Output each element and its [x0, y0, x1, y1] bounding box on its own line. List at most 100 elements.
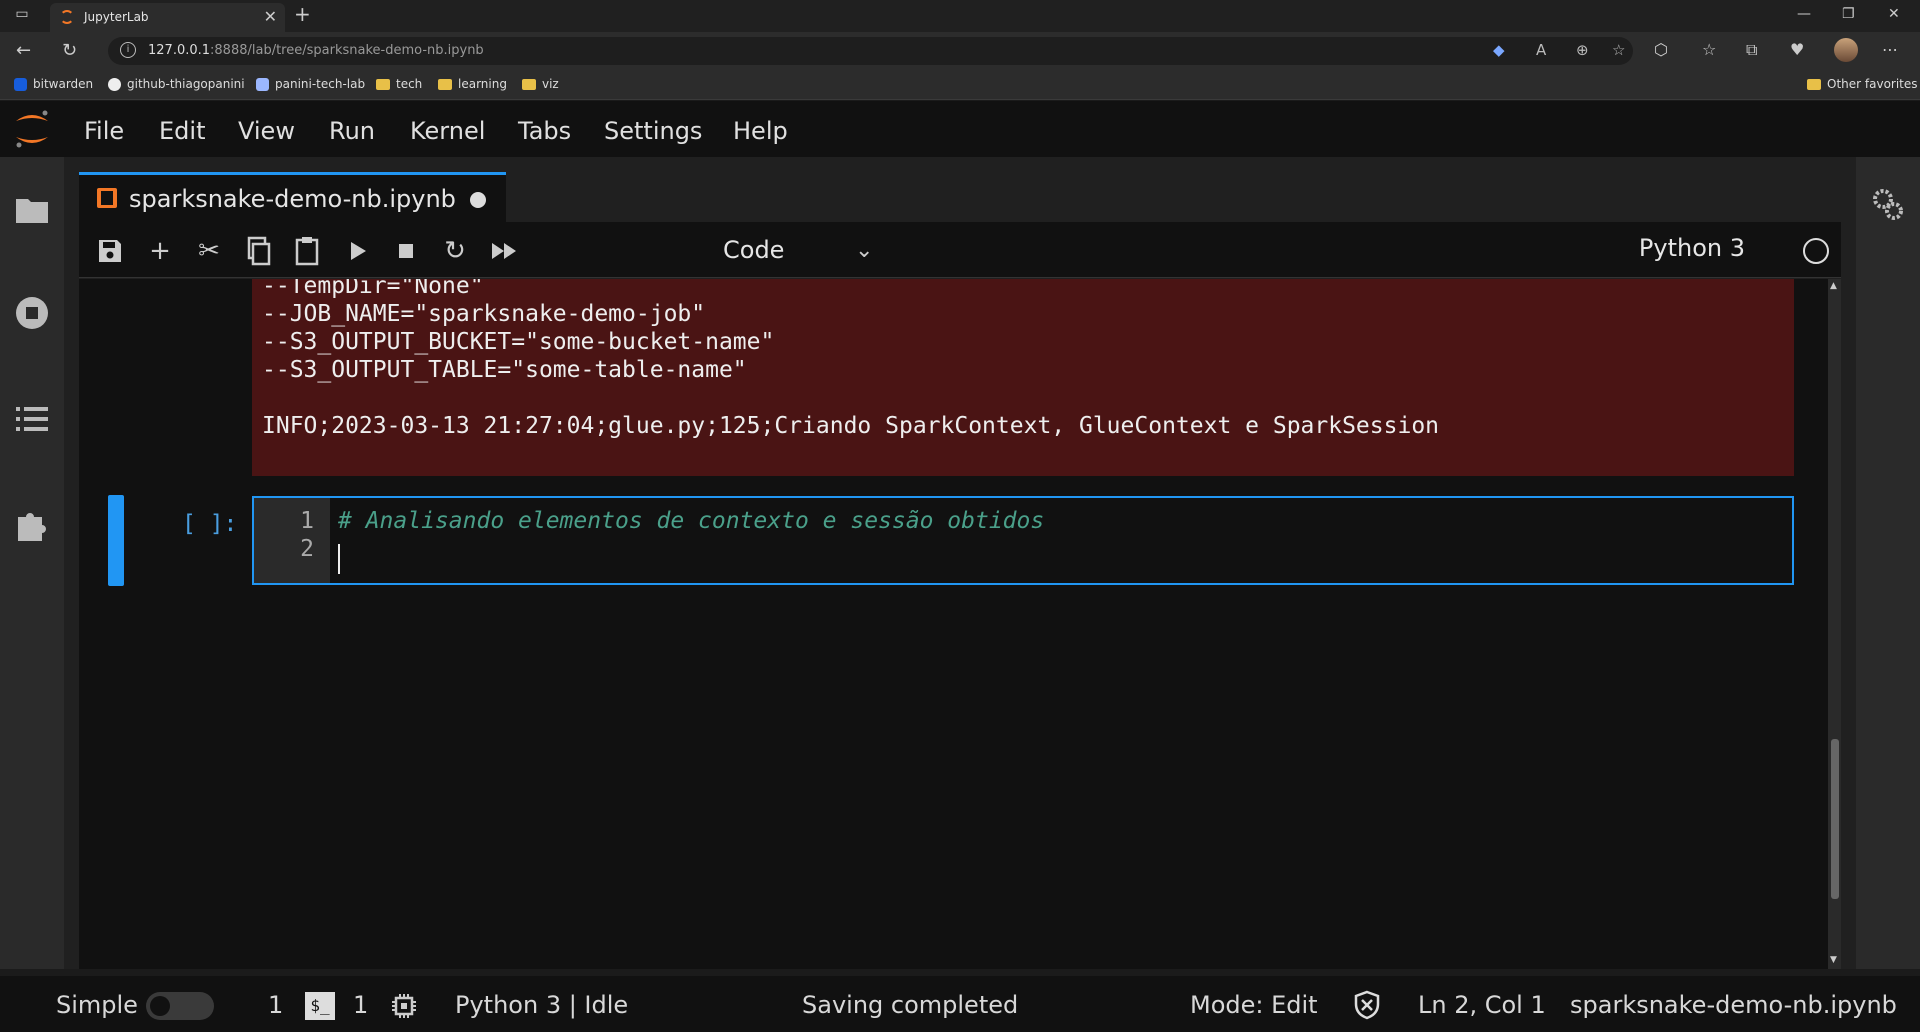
bookmark-other-favorites[interactable]: Other favorites: [1807, 77, 1918, 91]
favorites-icon[interactable]: ☆: [1702, 40, 1716, 59]
menu-settings[interactable]: Settings: [604, 117, 702, 145]
kernel-state[interactable]: Python 3 | Idle: [455, 991, 628, 1019]
bitwarden-icon: [14, 77, 27, 91]
refresh-icon[interactable]: ↻: [62, 40, 77, 61]
notebook-mode[interactable]: Mode: Edit: [1190, 991, 1318, 1019]
github-icon: [108, 77, 121, 91]
terminal-icon[interactable]: $_: [305, 992, 335, 1020]
file-browser-icon[interactable]: [14, 191, 50, 227]
output-line: --TempDir="None": [262, 279, 484, 299]
output-line: --S3_OUTPUT_BUCKET="some-bucket-name": [262, 329, 775, 355]
cut-icon[interactable]: ✂: [192, 234, 226, 268]
stop-icon[interactable]: [389, 234, 423, 268]
folder-icon: [1807, 78, 1821, 90]
simple-mode-label: Simple: [56, 991, 138, 1019]
insert-cell-icon[interactable]: +: [143, 234, 177, 268]
jupyter-menubar: File Edit View Run Kernel Tabs Settings …: [0, 101, 1920, 157]
jupyter-logo-icon[interactable]: [12, 107, 52, 151]
line-number: 2: [300, 536, 314, 562]
tab-actions-icon[interactable]: ▭: [10, 6, 34, 26]
extension-manager-icon[interactable]: [14, 507, 50, 543]
kernel-chip-icon[interactable]: [390, 992, 418, 1020]
notebook-toolbar: + ✂ ↻ Code ⌄ Python 3: [79, 222, 1841, 278]
notebook-icon: [97, 188, 117, 208]
browser-tab-strip: ▭ JupyterLab ✕ + — ❐ ✕: [0, 0, 1920, 32]
kernel-status-icon: [1803, 238, 1829, 264]
collections-icon[interactable]: ⧉: [1746, 40, 1757, 60]
address-bar-row: ← ↻ i 127.0.0.1:8888/lab/tree/sparksnake…: [0, 32, 1920, 70]
active-cell-collapser[interactable]: [108, 495, 124, 586]
menu-help[interactable]: Help: [733, 117, 788, 145]
favorite-star-icon[interactable]: ☆: [1612, 41, 1625, 59]
back-icon[interactable]: ←: [16, 40, 31, 61]
bookmark-folder-tech[interactable]: tech: [376, 77, 422, 91]
menu-edit[interactable]: Edit: [159, 117, 205, 145]
menu-run[interactable]: Run: [329, 117, 375, 145]
table-of-contents-icon[interactable]: [14, 401, 50, 437]
menu-tabs[interactable]: Tabs: [518, 117, 571, 145]
url-text: 127.0.0.1:8888/lab/tree/sparksnake-demo-…: [148, 43, 484, 58]
property-inspector-gears-icon[interactable]: [1870, 187, 1906, 223]
kernels-count[interactable]: 1: [353, 991, 368, 1019]
bookmark-folder-viz[interactable]: viz: [522, 77, 559, 91]
browser-tab[interactable]: JupyterLab ✕: [50, 3, 285, 32]
paste-icon[interactable]: [290, 234, 324, 268]
run-icon[interactable]: [340, 234, 374, 268]
new-tab-icon[interactable]: +: [294, 2, 311, 26]
notebook-content[interactable]: --TempDir="None" --JOB_NAME="sparksnake-…: [79, 279, 1828, 969]
read-aloud-icon[interactable]: A: [1536, 41, 1546, 59]
scrollbar-thumb[interactable]: [1831, 739, 1839, 899]
profile-avatar[interactable]: [1834, 38, 1858, 62]
site-info-icon[interactable]: i: [120, 42, 136, 58]
cursor-position[interactable]: Ln 2, Col 1: [1418, 991, 1546, 1019]
extension-tag-icon[interactable]: ◆: [1493, 41, 1505, 59]
cell-type-value: Code: [723, 236, 785, 264]
bookmark-folder-learning[interactable]: learning: [438, 77, 507, 91]
save-status: Saving completed: [802, 991, 1019, 1019]
fast-forward-icon[interactable]: [487, 234, 521, 268]
menu-file[interactable]: File: [84, 117, 124, 145]
scroll-up-icon[interactable]: ▲: [1830, 281, 1837, 291]
bookmark-bitwarden[interactable]: bitwarden: [14, 77, 93, 91]
copy-icon[interactable]: [241, 234, 275, 268]
notebook-tab[interactable]: sparksnake-demo-nb.ipynb: [79, 172, 506, 222]
cell-type-dropdown[interactable]: Code ⌄: [641, 234, 881, 268]
restart-kernel-icon[interactable]: ↻: [438, 234, 472, 268]
notebook-scrollbar[interactable]: ▲ ▼: [1828, 279, 1841, 969]
close-window-icon[interactable]: ✕: [1888, 6, 1900, 22]
text-cursor: [338, 544, 340, 574]
code-cell-editor[interactable]: 1 2 # Analisando elementos de contexto e…: [252, 496, 1794, 585]
browser-essentials-icon[interactable]: ♥: [1790, 40, 1804, 59]
notebook-tab-title: sparksnake-demo-nb.ipynb: [129, 185, 456, 213]
terminals-count[interactable]: 1: [268, 991, 283, 1019]
cell-prompt: [ ]:: [182, 511, 238, 537]
menu-kernel[interactable]: Kernel: [410, 117, 485, 145]
running-kernels-icon[interactable]: [14, 295, 50, 331]
menu-view[interactable]: View: [238, 117, 295, 145]
code-line[interactable]: # Analisando elementos de contexto e ses…: [338, 508, 1044, 534]
output-line: --JOB_NAME="sparksnake-demo-job": [262, 301, 706, 327]
folder-icon: [438, 78, 452, 90]
jupyter-favicon-icon: [60, 10, 74, 24]
simple-mode-toggle[interactable]: [146, 992, 214, 1020]
trusted-shield-icon[interactable]: [1352, 990, 1382, 1020]
folder-icon: [522, 78, 536, 90]
right-sidebar: [1856, 157, 1920, 969]
minimize-icon[interactable]: —: [1797, 6, 1811, 22]
close-tab-icon[interactable]: ✕: [264, 7, 277, 26]
restore-icon[interactable]: ❐: [1842, 6, 1855, 22]
extensions-icon[interactable]: ⬡: [1654, 40, 1668, 59]
kernel-name-button[interactable]: Python 3: [1639, 234, 1745, 262]
url-field[interactable]: i 127.0.0.1:8888/lab/tree/sparksnake-dem…: [108, 37, 1633, 65]
more-menu-icon[interactable]: ⋯: [1882, 40, 1898, 59]
bookmark-panini-tech-lab[interactable]: panini-tech-lab: [256, 77, 365, 91]
scroll-down-icon[interactable]: ▼: [1830, 955, 1837, 965]
bookmarks-bar: bitwarden github-thiagopanini panini-tec…: [0, 70, 1920, 100]
bookmark-github[interactable]: github-thiagopanini: [108, 77, 245, 91]
left-sidebar: [0, 157, 64, 969]
unsaved-indicator-icon[interactable]: [470, 192, 486, 208]
zoom-icon[interactable]: ⊕: [1576, 41, 1589, 59]
save-icon[interactable]: [93, 234, 127, 268]
output-line: --S3_OUTPUT_TABLE="some-table-name": [262, 357, 747, 383]
flask-icon: [256, 77, 269, 91]
